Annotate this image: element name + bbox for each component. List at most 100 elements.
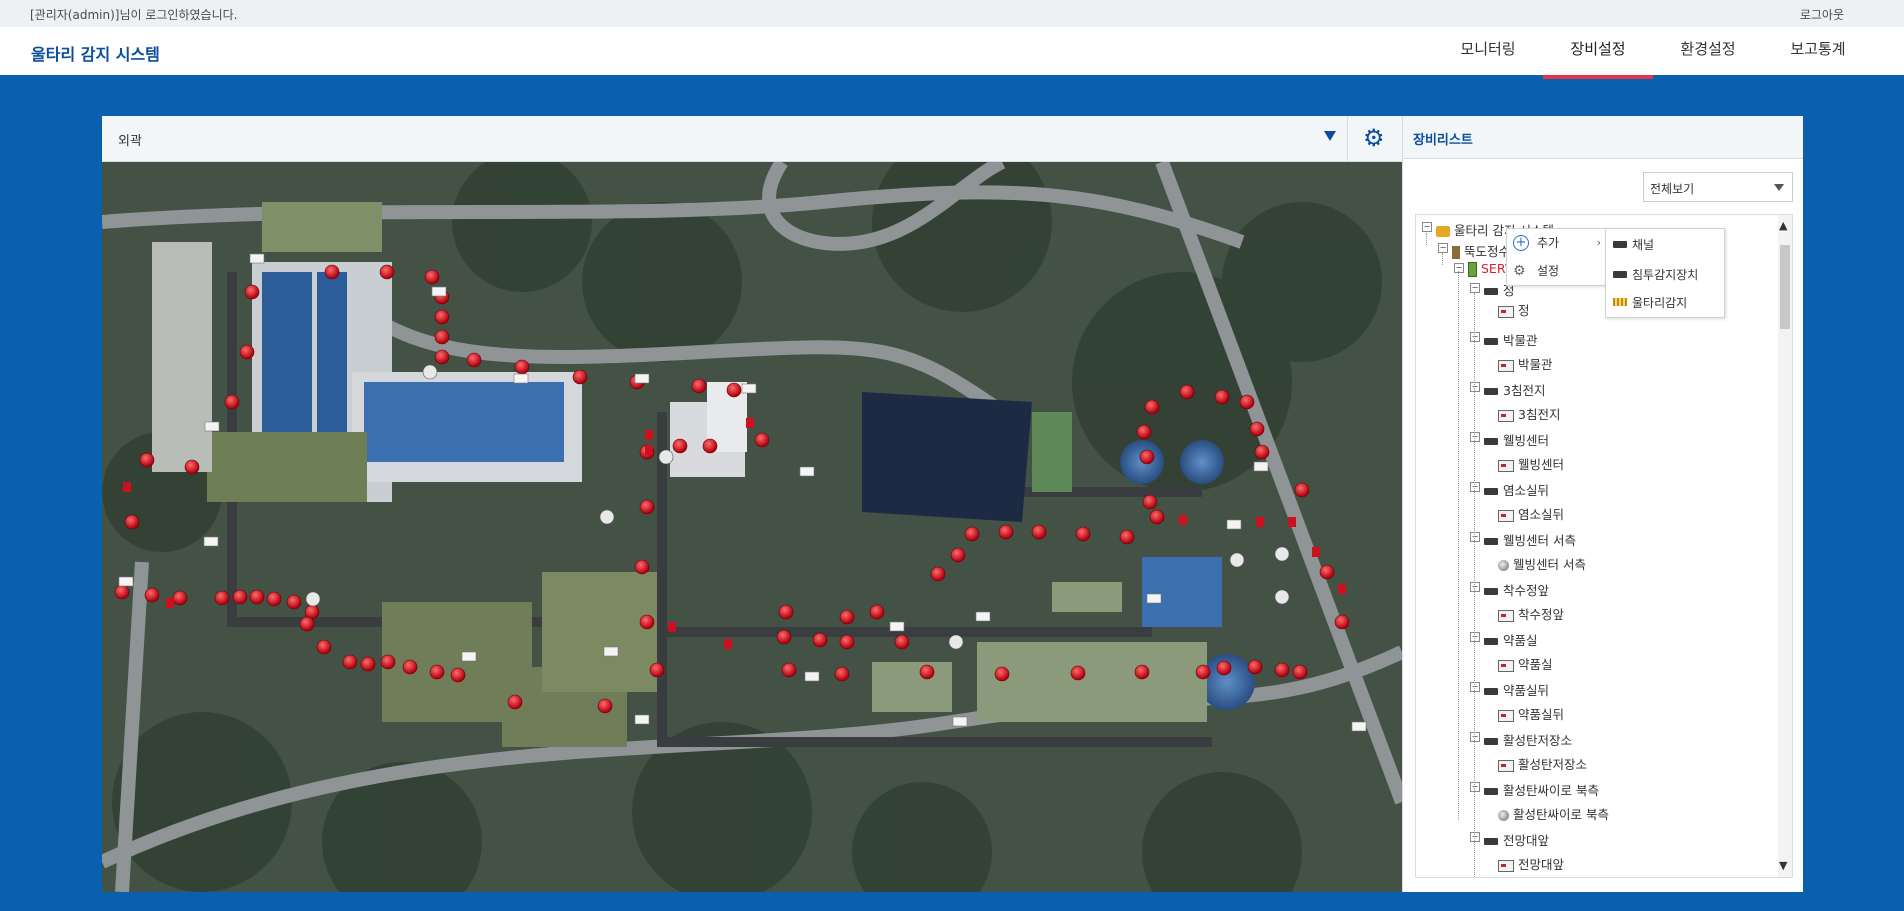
scroll-up-icon[interactable]: ▲	[1779, 219, 1787, 232]
app-header: 울타리 감지 시스템 모니터링 장비설정 환경설정 보고통계	[0, 27, 1904, 79]
nav-device-settings[interactable]: 장비설정	[1543, 27, 1653, 79]
tree-child[interactable]: 약품실	[1498, 654, 1553, 673]
device-icon	[1484, 688, 1498, 695]
device-tree: −울타리 감지 시스템−뚝도정수장−SERVER−정정−박물관박물관−3침전지3…	[1415, 214, 1793, 878]
tree-group[interactable]: 활성탄싸이로 북측	[1484, 780, 1599, 799]
tree-group-label: 웰빙센터	[1503, 433, 1550, 448]
chevron-down-icon	[1774, 184, 1784, 191]
tree-scrollbar[interactable]: ▲ ▼	[1778, 215, 1792, 877]
device-icon	[1484, 438, 1498, 445]
tree-child[interactable]: 3침전지	[1498, 404, 1560, 423]
fence-sensor-icon	[1498, 459, 1514, 472]
tree-group[interactable]: 전망대앞	[1484, 830, 1549, 849]
tree-child[interactable]: 염소실뒤	[1498, 504, 1564, 523]
fence-sensor-icon	[1498, 359, 1514, 372]
tree-group[interactable]: 염소실뒤	[1484, 480, 1549, 499]
scrollbar-thumb[interactable]	[1780, 245, 1790, 329]
tree-child-label: 약품실뒤	[1518, 707, 1565, 722]
tree-collapse-icon[interactable]: −	[1470, 632, 1480, 642]
tree-collapse-icon[interactable]: −	[1470, 382, 1480, 392]
tree-group-label: 박물관	[1503, 333, 1538, 348]
tree-child[interactable]: 웰빙센터	[1498, 454, 1564, 473]
device-icon	[1484, 488, 1498, 495]
tree-collapse-icon[interactable]: −	[1470, 832, 1480, 842]
dome-camera-icon	[1498, 810, 1509, 821]
tree-child-label: 활성탄저장소	[1518, 757, 1588, 772]
tree-group[interactable]: 약품실	[1484, 630, 1538, 649]
tree-collapse-icon[interactable]: −	[1470, 332, 1480, 342]
tree-child-label: 웰빙센터	[1518, 457, 1565, 472]
fence-icon	[1613, 298, 1627, 306]
add-submenu: 채널 침투감지장치 울타리감지	[1605, 228, 1725, 318]
device-icon	[1484, 838, 1498, 845]
submenu-intrusion-detector[interactable]: 침투감지장치	[1606, 261, 1724, 289]
tree-child[interactable]: 착수정앞	[1498, 604, 1564, 623]
submenu-channel-label: 채널	[1632, 238, 1655, 252]
tree-line	[1442, 253, 1443, 265]
tree-group-label: 활성탄저장소	[1503, 733, 1573, 748]
tree-group[interactable]: 웰빙센터	[1484, 430, 1549, 449]
tree-group-label: 약품실뒤	[1503, 683, 1550, 698]
submenu-fence-detection-label: 울타리감지	[1632, 296, 1688, 310]
site-map[interactable]	[102, 162, 1402, 892]
tree-line	[1458, 271, 1459, 820]
fence-sensor-icon	[1498, 859, 1514, 872]
context-menu-add[interactable]: + 추가 ›	[1507, 229, 1607, 257]
tree-collapse-icon[interactable]: −	[1470, 532, 1480, 542]
settings-button[interactable]: ⚙	[1347, 116, 1403, 161]
tree-child-label: 착수정앞	[1518, 607, 1565, 622]
area-dropdown-chevron-down-icon[interactable]	[1324, 131, 1336, 141]
context-menu-settings[interactable]: ⚙ 설정	[1507, 257, 1607, 285]
fence-sensor-icon	[1498, 305, 1514, 318]
tree-group[interactable]: 착수정앞	[1484, 580, 1549, 599]
nav-environment-settings[interactable]: 환경설정	[1668, 27, 1748, 75]
submenu-fence-detection[interactable]: 울타리감지	[1606, 289, 1724, 317]
tree-child[interactable]: 박물관	[1498, 354, 1553, 373]
filter-select[interactable]: 전체보기	[1643, 172, 1793, 202]
fence-sensor-icon	[1498, 409, 1514, 422]
map-panel: 외곽 ⚙	[102, 116, 1402, 892]
logout-link[interactable]: 로그아웃	[1800, 6, 1844, 23]
nav-reports[interactable]: 보고통계	[1778, 27, 1858, 75]
tree-child[interactable]: 활성탄싸이로 북측	[1498, 804, 1609, 823]
tree-child[interactable]: 약품실뒤	[1498, 704, 1564, 723]
tree-child[interactable]: 활성탄저장소	[1498, 754, 1587, 773]
submenu-channel[interactable]: 채널	[1606, 231, 1724, 259]
tree-collapse-icon[interactable]: −	[1470, 582, 1480, 592]
tree-group[interactable]: 박물관	[1484, 330, 1538, 349]
tree-group[interactable]: 활성탄저장소	[1484, 730, 1572, 749]
tree-child-label: 약품실	[1518, 657, 1553, 672]
tree-collapse-icon[interactable]: −	[1438, 243, 1448, 253]
fence-sensor-icon	[1498, 509, 1514, 522]
nav-monitoring[interactable]: 모니터링	[1449, 27, 1527, 75]
tree-group[interactable]: 약품실뒤	[1484, 680, 1549, 699]
tree-collapse-icon[interactable]: −	[1470, 482, 1480, 492]
device-icon	[1484, 738, 1498, 745]
tree-child-first[interactable]: 정	[1498, 300, 1530, 319]
tree-collapse-icon[interactable]: −	[1422, 222, 1432, 232]
filter-select-value: 전체보기	[1650, 182, 1695, 196]
tree-group[interactable]: 웰빙센터 서측	[1484, 530, 1576, 549]
device-icon	[1484, 638, 1498, 645]
tree-child[interactable]: 전망대앞	[1498, 854, 1564, 873]
device-icon	[1613, 241, 1627, 248]
tree-collapse-icon[interactable]: −	[1470, 782, 1480, 792]
tree-collapse-icon[interactable]: −	[1470, 283, 1480, 293]
tree-collapse-icon[interactable]: −	[1454, 263, 1464, 273]
tree-child-label: 3침전지	[1518, 407, 1561, 422]
tree-collapse-icon[interactable]: −	[1470, 432, 1480, 442]
tree-child[interactable]: 웰빙센터 서측	[1498, 554, 1586, 573]
tree-group-label: 웰빙센터 서측	[1503, 533, 1576, 548]
device-list-panel: 장비리스트 전체보기 −울타리 감지 시스템−뚝도정수장−SERVER−정정−박…	[1402, 116, 1803, 892]
device-list-title: 장비리스트	[1413, 133, 1473, 148]
device-icon	[1484, 588, 1498, 595]
tree-child-label: 박물관	[1518, 357, 1553, 372]
tree-collapse-icon[interactable]: −	[1470, 732, 1480, 742]
scroll-down-icon[interactable]: ▼	[1779, 859, 1787, 872]
tree-group[interactable]: 3침전지	[1484, 380, 1545, 399]
plus-circle-icon: +	[1513, 235, 1529, 251]
tree-line	[1474, 293, 1475, 877]
tree-collapse-icon[interactable]: −	[1470, 682, 1480, 692]
device-icon	[1484, 538, 1498, 545]
device-icon	[1484, 788, 1498, 795]
